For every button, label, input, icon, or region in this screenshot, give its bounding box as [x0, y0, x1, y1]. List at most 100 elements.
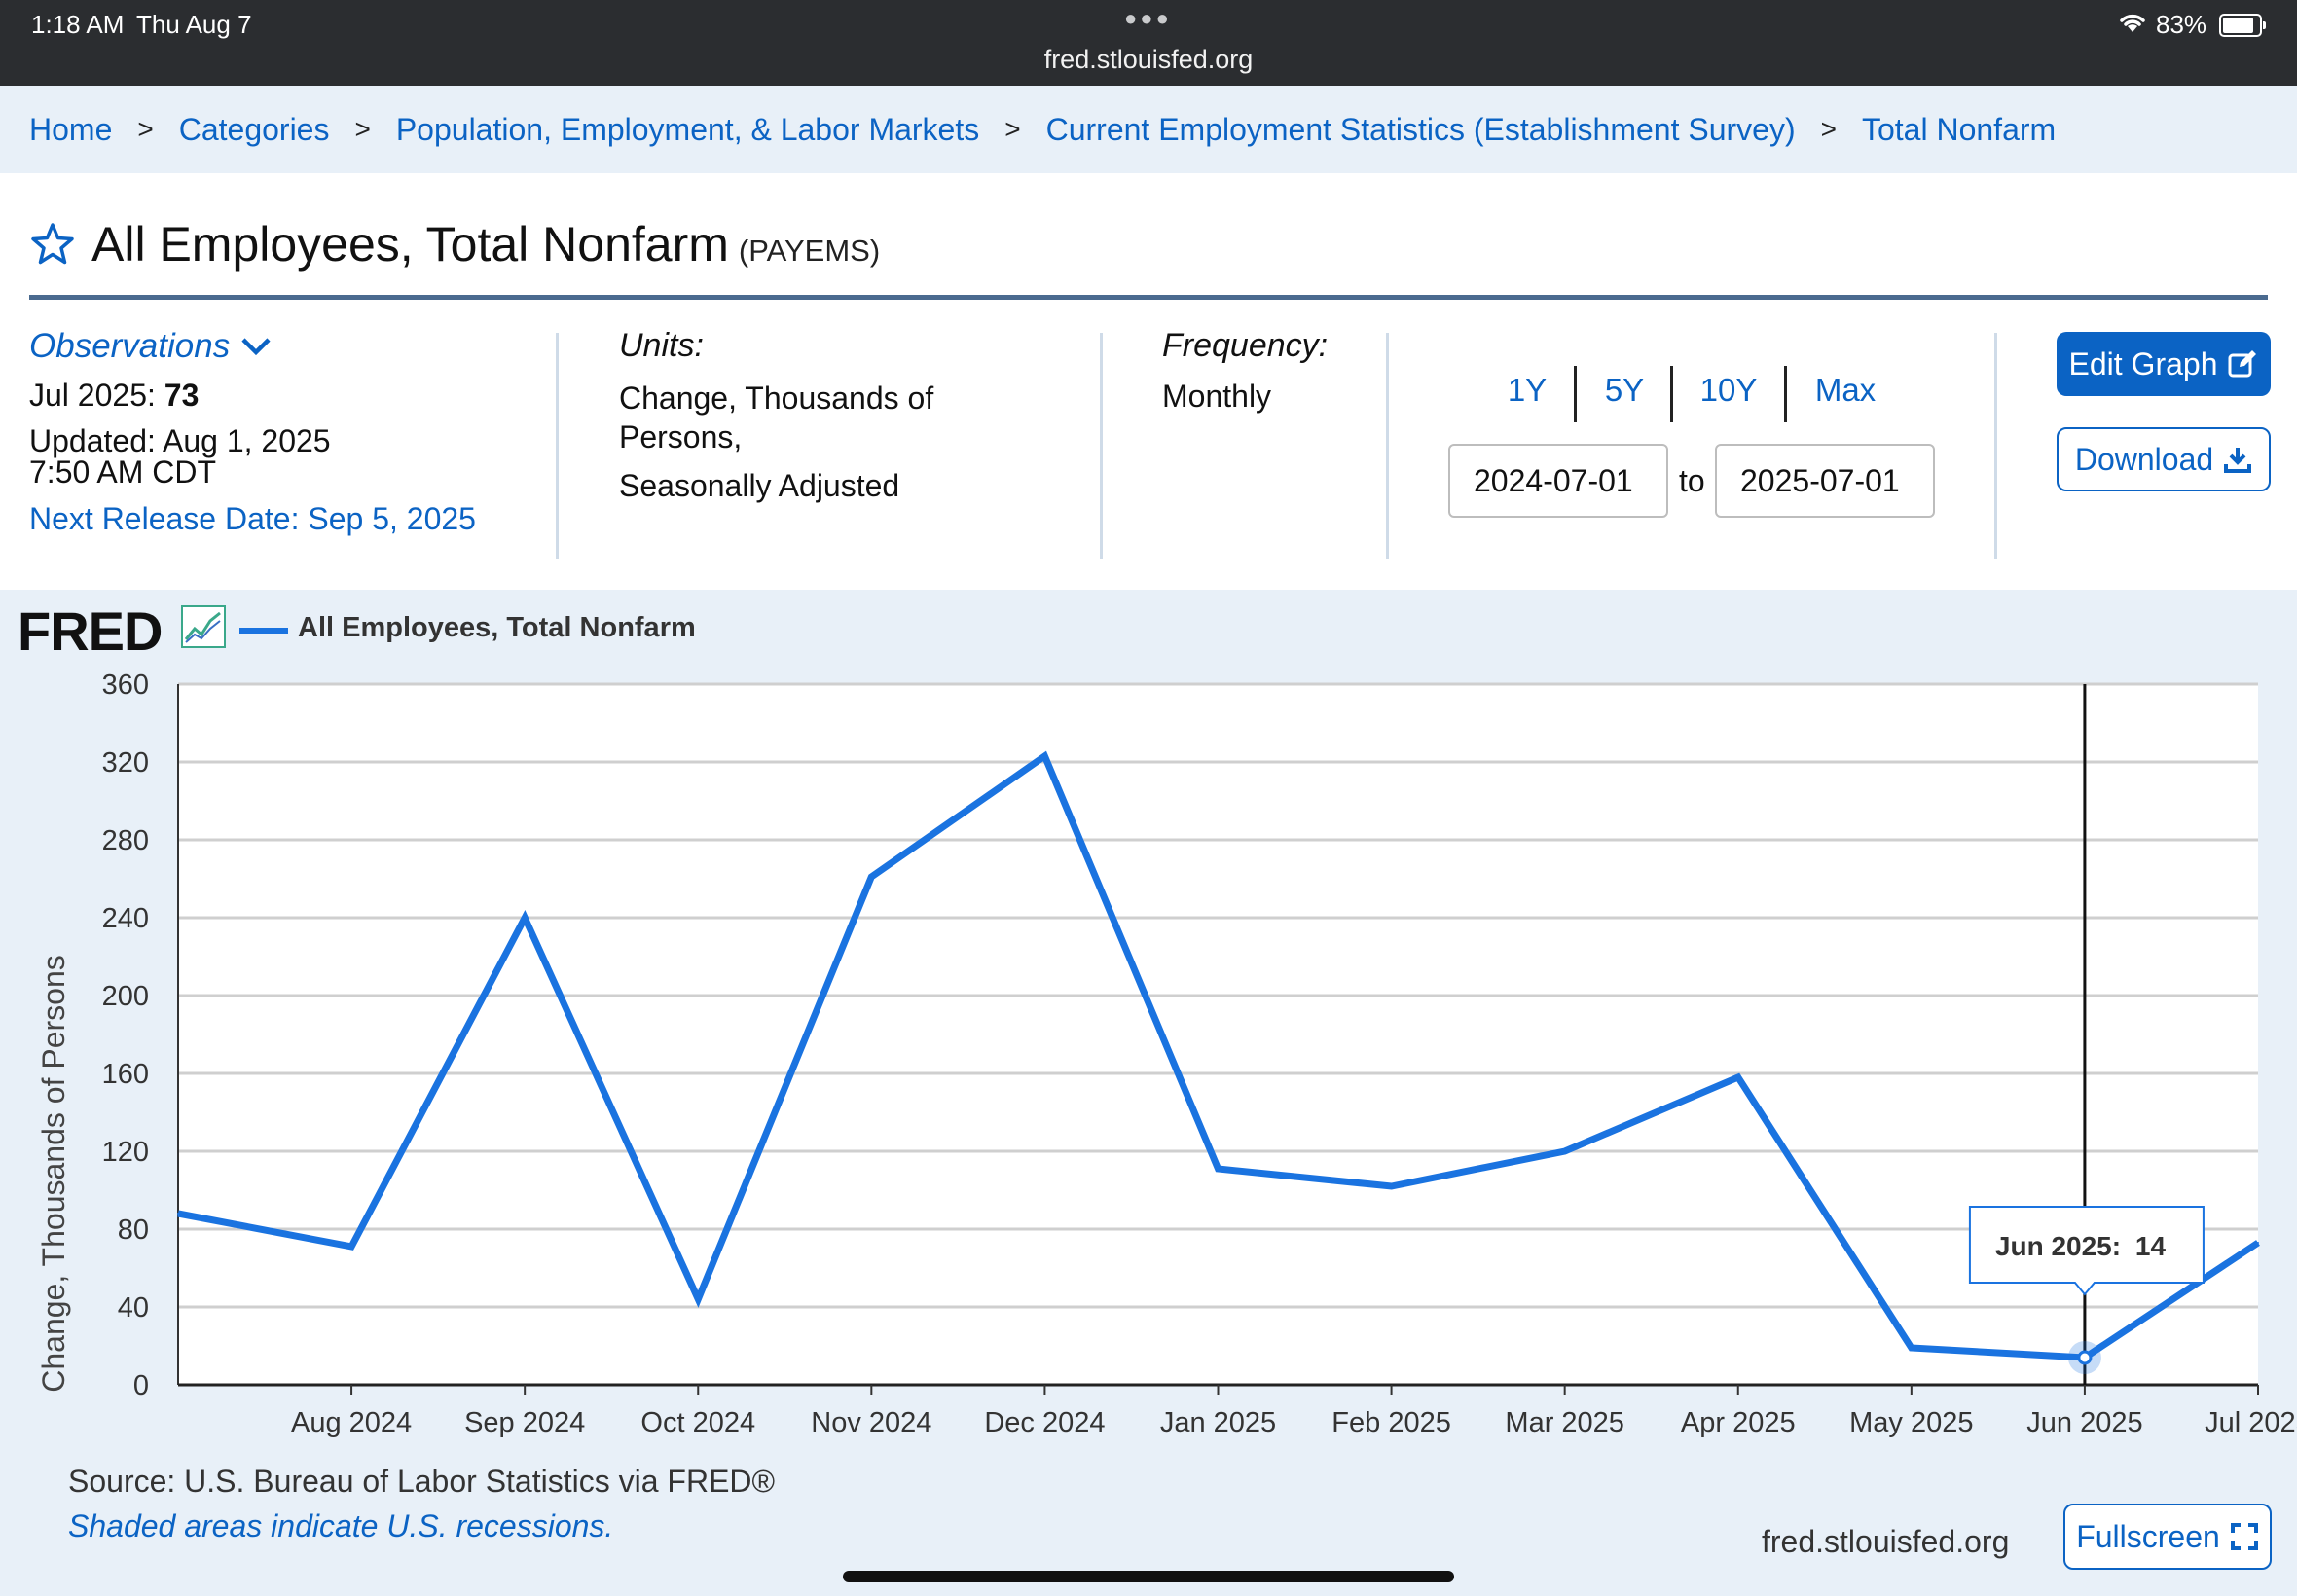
wifi-icon	[2120, 14, 2145, 32]
end-date-input[interactable]	[1715, 444, 1935, 518]
breadcrumb-separator: >	[1820, 114, 1837, 144]
page-title: All Employees, Total Nonfarm	[91, 217, 729, 272]
x-tick-label: Feb 2025	[1331, 1407, 1451, 1438]
x-tick-label: Jul 2025	[2205, 1407, 2297, 1438]
range-separator	[1784, 366, 1787, 422]
status-time: 1:18 AM	[31, 10, 125, 39]
edit-icon	[2228, 350, 2257, 378]
column-divider	[1994, 333, 1997, 559]
breadcrumb-total-nonfarm[interactable]: Total Nonfarm	[1862, 112, 2056, 148]
x-tick-label: Mar 2025	[1505, 1407, 1624, 1438]
data-point[interactable]	[1736, 1076, 1739, 1078]
column-divider	[556, 333, 559, 559]
y-tick-label: 280	[102, 825, 149, 856]
tooltip-date: Jun 2025:	[1995, 1231, 2121, 1261]
observations-dropdown[interactable]: Observations	[29, 327, 476, 366]
data-point[interactable]	[1910, 1347, 1913, 1349]
breadcrumb-categories[interactable]: Categories	[179, 112, 330, 148]
status-bar: 1:18 AM Thu Aug 7 ●●● fred.stlouisfed.or…	[0, 0, 2297, 86]
fred-logo[interactable]: FRED	[18, 599, 163, 663]
observations-panel: Observations Jul 2025: 73 Updated: Aug 1…	[29, 327, 476, 537]
y-axis-label: Change, Thousands of Persons	[36, 955, 71, 1392]
breadcrumb-home[interactable]: Home	[29, 112, 112, 148]
breadcrumb-separator: >	[137, 114, 154, 144]
y-tick-label: 240	[102, 903, 149, 934]
frequency-panel: Frequency: Monthly	[1162, 327, 1328, 415]
observations-label: Observations	[29, 327, 231, 365]
address-bar-url[interactable]: fred.stlouisfed.org	[0, 45, 2297, 75]
x-tick-label: Oct 2024	[640, 1407, 755, 1438]
title-divider	[29, 295, 2268, 300]
status-date: Thu Aug 7	[136, 10, 252, 39]
range-1y-button[interactable]: 1Y	[1495, 372, 1559, 409]
download-button[interactable]: Download	[2057, 427, 2271, 491]
start-date-input[interactable]	[1448, 444, 1668, 518]
data-point[interactable]	[697, 1298, 700, 1300]
chart-logo-icon	[181, 605, 226, 648]
series-title-row: All Employees, Total Nonfarm (PAYEMS)	[29, 216, 880, 272]
range-separator	[1574, 366, 1577, 422]
data-point[interactable]	[177, 1213, 179, 1215]
x-tick-label: Aug 2024	[291, 1407, 412, 1438]
range-10y-button[interactable]: 10Y	[1690, 372, 1768, 409]
range-5y-button[interactable]: 5Y	[1590, 372, 1659, 409]
edit-graph-label: Edit Graph	[2068, 345, 2218, 381]
x-tick-label: Jun 2025	[2026, 1407, 2142, 1438]
next-release-date[interactable]: Next Release Date: Sep 5, 2025	[29, 501, 476, 537]
updated-date: Updated: Aug 1, 2025	[29, 423, 331, 458]
breadcrumb-current-employment-statistics[interactable]: Current Employment Statistics (Establish…	[1046, 112, 1796, 148]
line-chart[interactable]: 0 40 80 120 160 200 240 280 320 360 Aug 2024 Sep 2…	[0, 590, 2297, 1596]
y-tick-label: 360	[102, 670, 149, 701]
battery-icon	[2219, 14, 2266, 37]
x-tick-label: Nov 2024	[811, 1407, 931, 1438]
units-value: Change, Thousands of Persons, Seasonally…	[619, 379, 933, 505]
y-tick-label: 200	[102, 981, 149, 1012]
chevron-down-icon	[241, 338, 271, 356]
data-point[interactable]	[524, 917, 527, 919]
y-tick-label: 160	[102, 1059, 149, 1090]
breadcrumb-population-employment[interactable]: Population, Employment, & Labor Markets	[396, 112, 979, 148]
download-label: Download	[2074, 441, 2214, 477]
chart-container: 0 40 80 120 160 200 240 280 320 360 Aug 2024 Sep 2…	[0, 590, 2297, 1596]
fullscreen-button[interactable]: Fullscreen	[2063, 1504, 2272, 1570]
breadcrumb-separator: >	[354, 114, 371, 144]
range-max-button[interactable]: Max	[1806, 372, 1884, 409]
data-point[interactable]	[1043, 755, 1046, 757]
data-point[interactable]	[1217, 1168, 1220, 1170]
x-tick-label: Dec 2024	[984, 1407, 1105, 1438]
star-icon[interactable]	[29, 221, 76, 268]
y-tick-label: 40	[118, 1292, 149, 1324]
data-point[interactable]	[1563, 1150, 1566, 1152]
units-line-3: Seasonally Adjusted	[619, 468, 900, 503]
latest-observation-date: Jul 2025:	[29, 378, 156, 413]
fullscreen-label: Fullscreen	[2076, 1518, 2220, 1554]
plot-area	[178, 684, 2258, 1385]
y-tick-label: 120	[102, 1137, 149, 1168]
x-tick-label: Apr 2025	[1681, 1407, 1796, 1438]
data-point[interactable]	[1390, 1185, 1393, 1187]
data-point[interactable]	[350, 1246, 353, 1248]
updated-info: Updated: Aug 1, 2025 7:50 AM CDT	[29, 425, 476, 488]
home-indicator[interactable]	[843, 1571, 1454, 1582]
units-panel: Units: Change, Thousands of Persons, Sea…	[619, 327, 933, 505]
data-point[interactable]	[2257, 1242, 2259, 1244]
latest-observation: Jul 2025: 73	[29, 378, 476, 414]
series-code: (PAYEMS)	[738, 234, 881, 268]
battery-percent: 83%	[2156, 10, 2207, 39]
column-divider	[1100, 333, 1103, 559]
edit-graph-button[interactable]: Edit Graph	[2057, 332, 2271, 396]
recession-note: Shaded areas indicate U.S. recessions.	[68, 1508, 614, 1543]
data-point[interactable]	[870, 876, 873, 878]
updated-time: 7:50 AM CDT	[29, 454, 217, 490]
legend-series-label: All Employees, Total Nonfarm	[298, 612, 696, 643]
y-tick-label: 0	[133, 1370, 149, 1401]
y-tick-label: 80	[118, 1215, 149, 1246]
more-dots-icon[interactable]: ●●●	[1124, 6, 1172, 31]
highlight-point[interactable]	[2077, 1350, 2093, 1365]
download-icon	[2224, 448, 2252, 473]
breadcrumb-separator: >	[1004, 114, 1021, 144]
source-note: Source: U.S. Bureau of Labor Statistics …	[68, 1464, 776, 1499]
breadcrumb: Home > Categories > Population, Employme…	[0, 86, 2297, 173]
range-separator	[1670, 366, 1673, 422]
units-line-1: Change, Thousands of	[619, 381, 934, 416]
